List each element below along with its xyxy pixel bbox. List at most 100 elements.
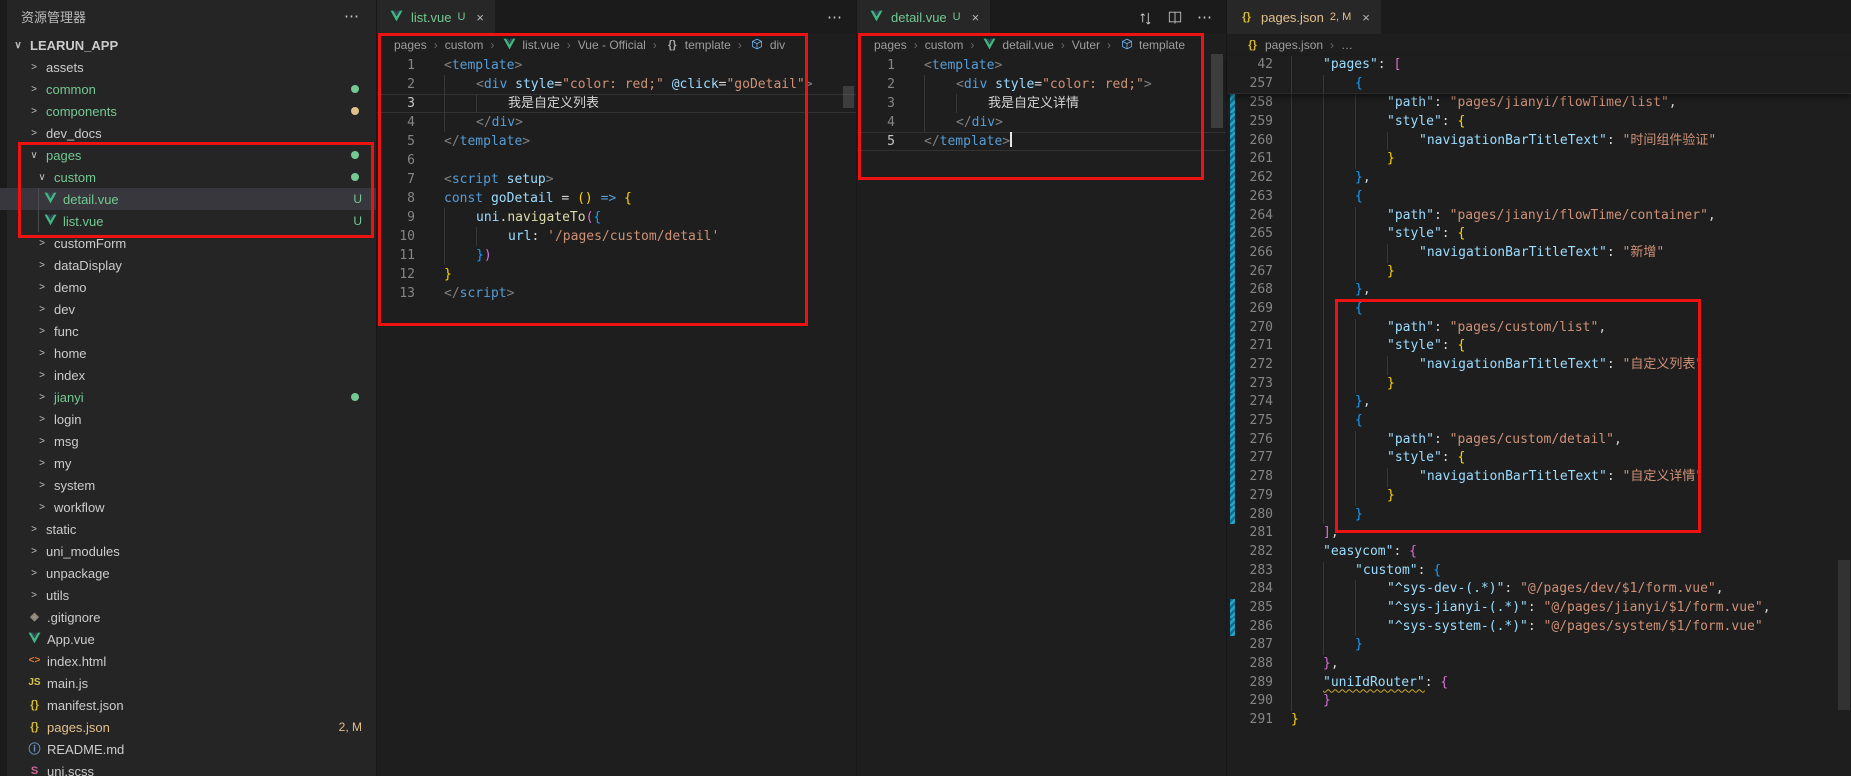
tree-item-login[interactable]: >login <box>0 408 376 430</box>
indent-guide <box>1323 207 1355 226</box>
breadcrumb-item-detail.vue[interactable]: detail.vue <box>981 38 1053 53</box>
breadcrumb-item-pages.json[interactable]: {}pages.json <box>1244 38 1323 52</box>
breadcrumb-item-Vue - Official[interactable]: Vue - Official <box>578 38 646 52</box>
indent-guide <box>1291 655 1323 674</box>
breadcrumb-item-custom[interactable]: custom <box>445 38 484 52</box>
tree-items: >assets>common>components>dev_docs∨pages… <box>0 56 376 776</box>
tree-item-label: utils <box>46 588 69 603</box>
tree-item-detail.vue[interactable]: detail.vueU <box>0 188 376 210</box>
tree-item-func[interactable]: >func <box>0 320 376 342</box>
code-text: uni.navigateTo({ <box>415 208 601 227</box>
tree-item-README.md[interactable]: ⓘREADME.md <box>0 738 376 760</box>
close-icon[interactable]: × <box>1362 10 1370 25</box>
tree-item-jianyi[interactable]: >jianyi <box>0 386 376 408</box>
breadcrumb-item-list.vue[interactable]: list.vue <box>501 38 559 53</box>
json-file-icon: {} <box>26 700 43 711</box>
text-cursor <box>1010 132 1012 147</box>
tree-item-msg[interactable]: >msg <box>0 430 376 452</box>
code-line: 285"^sys-jianyi-(.*)": "@/pages/jianyi/$… <box>1227 599 1851 618</box>
tree-item-App.vue[interactable]: App.vue <box>0 628 376 650</box>
split-editor-icon[interactable] <box>1168 10 1182 24</box>
indent-guide <box>1291 356 1323 375</box>
chevron-right-icon: > <box>26 568 42 579</box>
tree-item-customForm[interactable]: >customForm <box>0 232 376 254</box>
tree-item-home[interactable]: >home <box>0 342 376 364</box>
tree-item-pages[interactable]: ∨pages <box>0 144 376 166</box>
tree-item-components[interactable]: >components <box>0 100 376 122</box>
code-text: "pages": [ <box>1273 56 1401 75</box>
close-icon[interactable]: × <box>972 10 980 25</box>
code-editor-list-vue[interactable]: 1<template>2<div style="color: red;" @cl… <box>377 56 856 303</box>
tree-item-index[interactable]: >index <box>0 364 376 386</box>
tree-item-.gitignore[interactable]: ◈.gitignore <box>0 606 376 628</box>
code-editor-detail-vue[interactable]: 1<template>2<div style="color: red;">3我是… <box>857 56 1226 151</box>
tree-item-common[interactable]: >common <box>0 78 376 100</box>
tree-item-uni_modules[interactable]: >uni_modules <box>0 540 376 562</box>
breadcrumb-item-custom[interactable]: custom <box>925 38 964 52</box>
indent-guide <box>1291 300 1323 319</box>
indent-guide <box>1291 524 1323 543</box>
indent-guide <box>1291 263 1323 282</box>
editor-group-detail-vue: detail.vueU×⋯ pages›custom›detail.vue›Vu… <box>856 0 1226 776</box>
scrollbar-slider[interactable] <box>1838 560 1850 710</box>
tree-item-label: custom <box>54 170 96 185</box>
indent-guide <box>1323 431 1355 450</box>
tree-item-dataDisplay[interactable]: >dataDisplay <box>0 254 376 276</box>
explorer-more-actions-icon[interactable]: ⋯ <box>344 9 360 24</box>
code-line: 6 <box>377 151 856 170</box>
indent-guide <box>1291 618 1323 637</box>
breadcrumb-item-pages[interactable]: pages <box>394 38 427 52</box>
compare-changes-icon[interactable] <box>1138 10 1153 25</box>
breadcrumb-item-…[interactable]: … <box>1341 38 1353 52</box>
close-icon[interactable]: × <box>476 10 484 25</box>
tree-item-assets[interactable]: >assets <box>0 56 376 78</box>
breadcrumb-item-template[interactable]: {}template <box>664 38 731 52</box>
breadcrumb-item-div[interactable]: div <box>749 38 785 53</box>
tree-item-pages.json[interactable]: {}pages.json2, M <box>0 716 376 738</box>
tree-item-custom[interactable]: ∨custom <box>0 166 376 188</box>
tab-list.vue[interactable]: list.vueU× <box>377 0 495 34</box>
code-text: } <box>1273 711 1299 730</box>
tree-item-list.vue[interactable]: list.vueU <box>0 210 376 232</box>
vue-file-icon <box>26 632 43 647</box>
code-line: 287} <box>1227 636 1851 655</box>
tree-item-unpackage[interactable]: >unpackage <box>0 562 376 584</box>
tree-item-my[interactable]: >my <box>0 452 376 474</box>
tree-item-demo[interactable]: >demo <box>0 276 376 298</box>
tree-item-manifest.json[interactable]: {}manifest.json <box>0 694 376 716</box>
tab-detail.vue[interactable]: detail.vueU× <box>857 0 990 34</box>
tree-item-label: dev_docs <box>46 126 102 141</box>
indent-guide <box>1291 169 1323 188</box>
indent-guide <box>1323 244 1355 263</box>
indent-guide <box>1323 225 1355 244</box>
modified-line-gutter-marker <box>1230 150 1235 169</box>
breadcrumb-label: div <box>770 38 785 52</box>
tree-item-index.html[interactable]: <>index.html <box>0 650 376 672</box>
tree-root-learun-app[interactable]: ∨ LEARUN_APP <box>0 34 376 56</box>
line-number: 11 <box>377 246 415 265</box>
tree-item-main.js[interactable]: JSmain.js <box>0 672 376 694</box>
breadcrumb-item-Vuter[interactable]: Vuter <box>1072 38 1100 52</box>
more-actions-icon[interactable]: ⋯ <box>1197 10 1212 25</box>
indent-guide <box>1291 692 1323 711</box>
breadcrumb-item-template[interactable]: template <box>1118 38 1185 53</box>
tab-pages.json[interactable]: {}pages.json2, M× <box>1227 0 1381 34</box>
code-text: }, <box>1273 393 1371 412</box>
code-editor-pages-json[interactable]: 42"pages": [257{ 258"path": "pages/jiany… <box>1227 56 1851 730</box>
tree-item-dev_docs[interactable]: >dev_docs <box>0 122 376 144</box>
breadcrumb-vue-icon <box>981 38 998 53</box>
tree-item-dev[interactable]: >dev <box>0 298 376 320</box>
scrollbar-slider[interactable] <box>843 86 854 108</box>
tree-item-uni.scss[interactable]: Suni.scss <box>0 760 376 776</box>
scrollbar-slider[interactable] <box>1211 54 1223 128</box>
breadcrumb-item-pages[interactable]: pages <box>874 38 907 52</box>
indent-guide <box>1387 468 1419 487</box>
more-actions-icon[interactable]: ⋯ <box>827 10 842 25</box>
tree-item-workflow[interactable]: >workflow <box>0 496 376 518</box>
tree-item-system[interactable]: >system <box>0 474 376 496</box>
tree-item-static[interactable]: >static <box>0 518 376 540</box>
chevron-down-icon: ∨ <box>10 40 26 51</box>
chevron-right-icon: > <box>34 282 50 293</box>
tree-item-utils[interactable]: >utils <box>0 584 376 606</box>
indent-guide <box>1291 543 1323 562</box>
